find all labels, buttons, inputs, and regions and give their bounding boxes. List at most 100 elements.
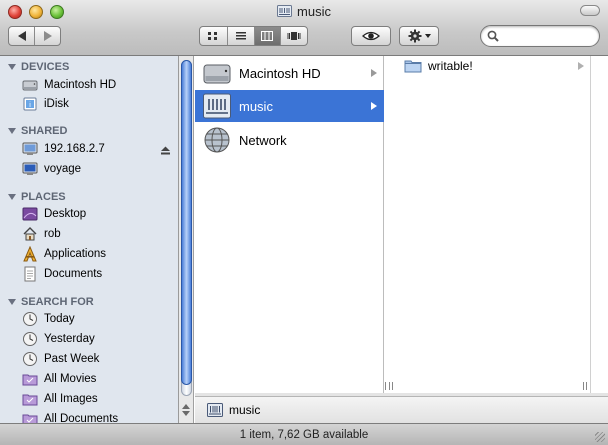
sidebar-item-idisk[interactable]: i iDisk bbox=[22, 95, 69, 113]
sidebar-item-documents[interactable]: Documents bbox=[22, 265, 102, 283]
clock-icon bbox=[23, 332, 37, 346]
coverflow-view-button[interactable] bbox=[280, 27, 307, 45]
coverflow-view-icon bbox=[287, 32, 301, 40]
search-icon bbox=[487, 30, 499, 42]
back-forward-control bbox=[8, 26, 61, 46]
sidebar-item-label: All Images bbox=[44, 393, 98, 405]
computer-icon bbox=[22, 162, 38, 175]
icon-view-button[interactable] bbox=[200, 27, 227, 45]
sidebar-item-all-documents[interactable]: All Documents bbox=[22, 410, 118, 423]
sidebar-item-all-movies[interactable]: All Movies bbox=[22, 370, 96, 388]
smart-folder-icon bbox=[22, 414, 38, 423]
column-resize-handle[interactable] bbox=[583, 382, 587, 390]
column-view-button[interactable] bbox=[253, 27, 281, 45]
clock-icon bbox=[23, 352, 37, 366]
status-text: 1 item, 7,62 GB available bbox=[239, 428, 369, 441]
forward-arrow-icon bbox=[43, 31, 52, 41]
column-item-writable[interactable]: writable! bbox=[386, 57, 591, 75]
smart-folder-icon bbox=[22, 374, 38, 386]
sidebar-item-label: Documents bbox=[44, 268, 103, 280]
sidebar-item-label: Applications bbox=[44, 248, 107, 260]
sidebar-heading-search-for[interactable]: SEARCH FOR bbox=[8, 295, 94, 309]
sidebar-item-applications[interactable]: Applications bbox=[22, 245, 106, 263]
sidebar-item-label: Macintosh HD bbox=[44, 79, 117, 91]
disclosure-triangle-icon bbox=[8, 194, 16, 200]
icon-view-icon bbox=[208, 32, 218, 40]
folder-icon bbox=[404, 60, 422, 73]
sidebar-item-label: Yesterday bbox=[44, 333, 95, 345]
sidebar: DEVICES Macintosh HD i iDisk SHARED 192.… bbox=[0, 56, 179, 423]
column-item-label: writable! bbox=[428, 59, 473, 73]
sidebar-item-label: rob bbox=[44, 228, 61, 240]
path-bar-item-music[interactable]: music bbox=[229, 403, 260, 417]
sidebar-item-192-168-2-7[interactable]: 192.168.2.7 bbox=[22, 140, 105, 158]
sidebar-item-today[interactable]: Today bbox=[22, 310, 75, 328]
sidebar-item-voyage[interactable]: voyage bbox=[22, 160, 81, 178]
sidebar-item-desktop[interactable]: Desktop bbox=[22, 205, 86, 223]
list-view-icon bbox=[235, 32, 246, 40]
sidebar-item-label: All Movies bbox=[44, 373, 97, 385]
search-field[interactable] bbox=[480, 25, 600, 47]
back-button[interactable] bbox=[9, 27, 34, 45]
column-item-label: music bbox=[239, 98, 273, 114]
search-input[interactable] bbox=[503, 29, 595, 43]
disclosure-triangle-icon bbox=[8, 128, 16, 134]
sidebar-heading-devices[interactable]: DEVICES bbox=[8, 60, 69, 74]
chevron-right-icon bbox=[371, 69, 377, 77]
network-volume-icon bbox=[203, 93, 231, 119]
scroll-up-icon[interactable] bbox=[182, 404, 190, 409]
status-bar: 1 item, 7,62 GB available bbox=[0, 423, 608, 445]
sidebar-scrollbar[interactable] bbox=[179, 56, 194, 423]
sidebar-item-yesterday[interactable]: Yesterday bbox=[22, 330, 95, 348]
sidebar-heading-places[interactable]: PLACES bbox=[8, 190, 66, 204]
scroll-arrows bbox=[182, 402, 191, 418]
network-volume-icon bbox=[207, 403, 223, 417]
path-bar: music bbox=[195, 396, 608, 423]
sidebar-item-label: 192.168.2.7 bbox=[44, 143, 105, 155]
resize-grip-icon[interactable] bbox=[595, 432, 605, 442]
sidebar-heading-shared[interactable]: SHARED bbox=[8, 124, 67, 138]
column-item-label: Network bbox=[239, 132, 287, 148]
documents-icon bbox=[24, 266, 36, 282]
sidebar-item-label: Desktop bbox=[44, 208, 87, 220]
column-item-label: Macintosh HD bbox=[239, 65, 321, 81]
disclosure-triangle-icon bbox=[8, 299, 16, 305]
sidebar-item-rob[interactable]: rob bbox=[22, 225, 61, 243]
toolbar-toggle-button[interactable] bbox=[580, 5, 600, 16]
chevron-right-icon bbox=[578, 62, 584, 70]
sidebar-item-label: Past Week bbox=[44, 353, 100, 365]
sidebar-item-label: iDisk bbox=[44, 98, 69, 110]
home-icon bbox=[23, 227, 37, 241]
sidebar-item-past-week[interactable]: Past Week bbox=[22, 350, 99, 368]
eject-icon[interactable] bbox=[160, 146, 171, 155]
sidebar-item-macintosh-hd[interactable]: Macintosh HD bbox=[22, 76, 116, 94]
idisk-icon: i bbox=[23, 97, 37, 111]
server-icon bbox=[22, 142, 38, 155]
scroll-down-icon[interactable] bbox=[182, 411, 190, 416]
view-mode-control bbox=[199, 26, 308, 46]
hard-drive-icon bbox=[22, 80, 38, 91]
action-menu-button[interactable] bbox=[399, 26, 439, 46]
window-title-text: music bbox=[297, 4, 331, 19]
column-item-macintosh-hd[interactable]: Macintosh HD bbox=[195, 57, 384, 89]
window-title: music bbox=[0, 4, 608, 19]
column-item-network[interactable]: Network bbox=[195, 124, 384, 156]
applications-icon bbox=[23, 246, 37, 262]
network-volume-icon bbox=[277, 5, 293, 17]
quicklook-button[interactable] bbox=[351, 26, 391, 46]
list-view-button[interactable] bbox=[226, 27, 254, 45]
smart-folder-icon bbox=[22, 394, 38, 406]
column-resize-handle[interactable] bbox=[389, 382, 393, 390]
sidebar-item-label: voyage bbox=[44, 163, 82, 175]
network-globe-icon bbox=[204, 127, 230, 153]
forward-button[interactable] bbox=[34, 27, 60, 45]
window-toolbar: music bbox=[0, 0, 608, 56]
column-item-music[interactable]: music bbox=[195, 90, 384, 122]
scroll-thumb[interactable] bbox=[181, 60, 192, 385]
sidebar-item-all-images[interactable]: All Images bbox=[22, 390, 98, 408]
gear-icon bbox=[408, 29, 421, 43]
sidebar-item-label: All Documents bbox=[44, 413, 119, 423]
desktop-icon bbox=[22, 207, 38, 221]
browser-column-2: writable! bbox=[386, 56, 591, 393]
browser-column-1: Macintosh HD music Network bbox=[195, 56, 389, 393]
